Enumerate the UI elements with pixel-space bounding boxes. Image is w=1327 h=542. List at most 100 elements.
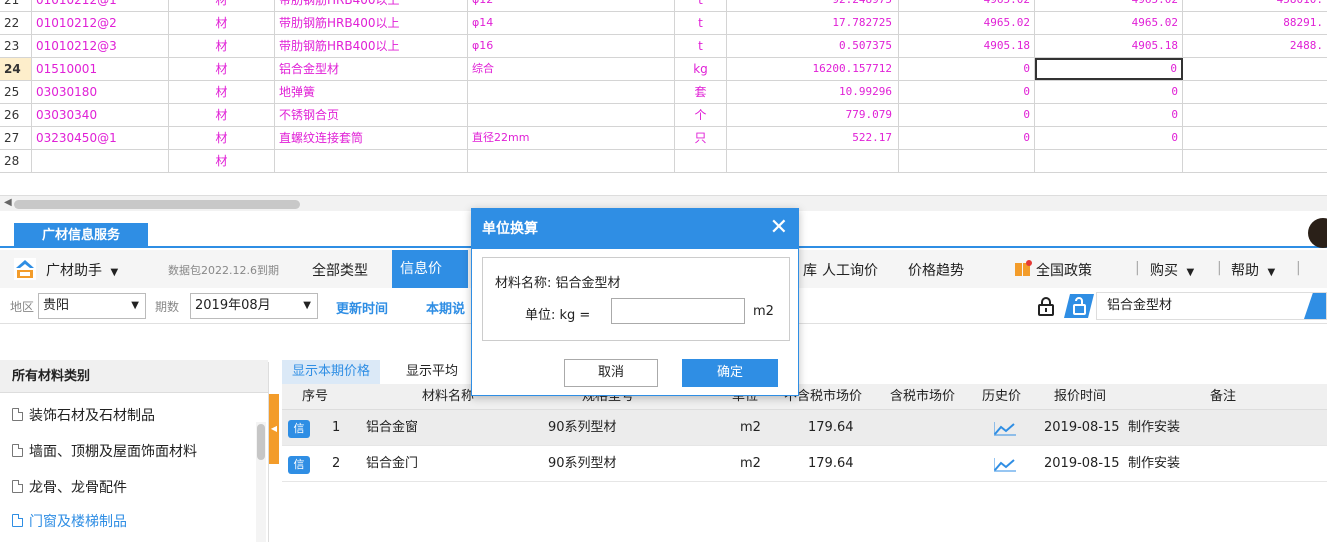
grid-cell-spec[interactable]: φ16 [468, 35, 675, 57]
purchase-menu[interactable]: 购买 ▼ [1150, 260, 1194, 280]
grid-cell-qty[interactable]: 779.079 [727, 104, 899, 126]
grid-cell-p1[interactable]: 4965.02 [899, 12, 1035, 34]
grid-cell-p3[interactable] [1183, 81, 1327, 103]
grid-row[interactable]: 26 03030340 材不锈钢合页个 779.079 0 0 [0, 104, 1327, 127]
grid-cell-spec[interactable] [468, 150, 675, 172]
grid-cell-type[interactable]: 材 [169, 58, 275, 80]
grid-cell-idx[interactable]: 22 [0, 12, 32, 34]
grid-cell-unit[interactable]: t [675, 12, 727, 34]
grid-cell-p2[interactable]: 4965.02 [1035, 0, 1183, 11]
grid-cell-spec[interactable]: 直径22mm [468, 127, 675, 149]
cancel-button[interactable]: 取消 [564, 359, 658, 387]
grid-cell-idx[interactable]: 24 [0, 58, 32, 80]
nav-price-trend[interactable]: 价格趋势 [908, 260, 964, 280]
grid-cell-spec[interactable]: φ12 [468, 0, 675, 11]
grid-cell-code[interactable] [32, 150, 169, 172]
tab-average-price[interactable]: 显示平均 [396, 360, 468, 384]
collapse-arrow-icon[interactable]: ◀ [269, 394, 279, 464]
grid-cell-type[interactable]: 材 [169, 12, 275, 34]
grid-cell-qty[interactable]: 17.782725 [727, 12, 899, 34]
grid-cell-qty[interactable]: 522.17 [727, 127, 899, 149]
grid-cell-p1[interactable]: 0 [899, 104, 1035, 126]
grid-cell-code[interactable]: 03030340 [32, 104, 169, 126]
grid-cell-p2[interactable]: 0 [1035, 58, 1183, 80]
grid-cell-qty[interactable]: 0.507375 [727, 35, 899, 57]
grid-cell-p3[interactable] [1183, 127, 1327, 149]
grid-row[interactable]: 22 01010212@2 材带肋钢筋HRB400以上 φ14 t 17.782725 49… [0, 12, 1327, 35]
grid-cell-spec[interactable] [468, 104, 675, 126]
grid-cell-idx[interactable]: 23 [0, 35, 32, 57]
grid-row[interactable]: 28 材 [0, 150, 1327, 173]
grid-cell-code[interactable]: 03030180 [32, 81, 169, 103]
grid-cell-unit[interactable]: t [675, 35, 727, 57]
grid-cell-p1[interactable]: 0 [899, 81, 1035, 103]
nav-all-types[interactable]: 全部类型 [312, 260, 368, 280]
assistant-menu[interactable]: 广材助手 ▼ [46, 260, 118, 280]
material-search-input[interactable]: 铝合金型材 [1096, 292, 1327, 320]
update-time-link[interactable]: 更新时间 [336, 298, 388, 317]
confirm-button[interactable]: 确定 [682, 359, 778, 387]
scroll-thumb[interactable] [14, 200, 300, 209]
grid-cell-type[interactable]: 材 [169, 127, 275, 149]
grid-cell-idx[interactable]: 26 [0, 104, 32, 126]
nav-national-policy[interactable]: 全国政策 [1036, 260, 1092, 280]
grid-cell-p3[interactable]: 2488. [1183, 35, 1327, 57]
grid-cell-type[interactable]: 材 [169, 104, 275, 126]
grid-cell-idx[interactable]: 27 [0, 127, 32, 149]
grid-cell-p3[interactable] [1183, 104, 1327, 126]
history-chart-icon[interactable] [994, 422, 1016, 436]
search-button[interactable] [1304, 293, 1326, 319]
grid-cell-name[interactable]: 带肋钢筋HRB400以上 [275, 12, 468, 34]
region-select[interactable]: 贵阳 ▼ [38, 293, 146, 319]
grid-cell-unit[interactable]: kg [675, 58, 727, 80]
grid-cell-p2[interactable]: 0 [1035, 127, 1183, 149]
grid-cell-qty[interactable]: 10.99296 [727, 81, 899, 103]
category-item[interactable]: 龙骨、龙骨配件 [12, 477, 127, 497]
grid-cell-name[interactable]: 铝合金型材 [275, 58, 468, 80]
grid-cell-code[interactable]: 01010212@1 [32, 0, 169, 11]
category-item[interactable]: 门窗及楼梯制品 [12, 511, 127, 531]
grid-cell-p2[interactable]: 4965.02 [1035, 12, 1183, 34]
grid-cell-p3[interactable] [1183, 58, 1327, 80]
grid-cell-idx[interactable]: 28 [0, 150, 32, 172]
grid-cell-name[interactable]: 带肋钢筋HRB400以上 [275, 35, 468, 57]
grid-cell-code[interactable]: 03230450@1 [32, 127, 169, 149]
category-item[interactable]: 装饰石材及石材制品 [12, 405, 155, 425]
grid-cell-qty[interactable] [727, 150, 899, 172]
close-icon[interactable]: ✕ [770, 215, 788, 241]
collapse-handle[interactable]: ◀ [268, 362, 280, 542]
grid-cell-p3[interactable]: 88291. [1183, 12, 1327, 34]
grid-cell-p3[interactable] [1183, 150, 1327, 172]
table-row[interactable]: 信 1 铝合金窗 90系列型材 m2 179.64 2019-08-15 制作安装 [282, 410, 1327, 446]
category-item[interactable]: 墙面、顶棚及屋面饰面材料 [12, 441, 197, 461]
nav-manual-inquiry[interactable]: 人工询价 [822, 260, 878, 280]
grid-cell-unit[interactable]: 只 [675, 127, 727, 149]
grid-cell-unit[interactable]: 个 [675, 104, 727, 126]
grid-row[interactable]: 2101010212@1材带肋钢筋HRB400以上φ12t92.24897549… [0, 0, 1327, 12]
conversion-input[interactable] [611, 298, 745, 324]
grid-row[interactable]: 25 03030180 材地弹簧套 10.99296 0 0 [0, 81, 1327, 104]
grid-cell-p1[interactable]: 4965.02 [899, 0, 1035, 11]
grid-cell-name[interactable]: 不锈钢合页 [275, 104, 468, 126]
grid-cell-type[interactable]: 材 [169, 0, 275, 11]
grid-row[interactable]: 23 01010212@3 材带肋钢筋HRB400以上 φ16 t 0.507375 490… [0, 35, 1327, 58]
grid-cell-p2[interactable]: 0 [1035, 104, 1183, 126]
grid-cell-idx[interactable]: 25 [0, 81, 32, 103]
grid-cell-p3[interactable]: 458010. [1183, 0, 1327, 11]
unlock-icon[interactable] [1064, 294, 1094, 318]
grid-cell-name[interactable]: 地弹簧 [275, 81, 468, 103]
grid-cell-name[interactable] [275, 150, 468, 172]
grid-cell-p1[interactable]: 4905.18 [899, 35, 1035, 57]
grid-cell-type[interactable]: 材 [169, 150, 275, 172]
grid-cell-code[interactable]: 01510001 [32, 58, 169, 80]
grid-cell-unit[interactable]: 套 [675, 81, 727, 103]
tab-current-price[interactable]: 显示本期价格 [282, 360, 381, 384]
grid-cell-p1[interactable] [899, 150, 1035, 172]
table-row[interactable]: 信 2 铝合金门 90系列型材 m2 179.64 2019-08-15 制作安装 [282, 446, 1327, 482]
grid-cell-p2[interactable]: 4905.18 [1035, 35, 1183, 57]
sidebar-scrollbar[interactable] [256, 422, 266, 542]
help-menu[interactable]: 帮助 ▼ [1231, 260, 1275, 280]
grid-cell-type[interactable]: 材 [169, 81, 275, 103]
grid-cell-code[interactable]: 01010212@3 [32, 35, 169, 57]
nav-info-price[interactable]: 信息价 [392, 250, 468, 288]
